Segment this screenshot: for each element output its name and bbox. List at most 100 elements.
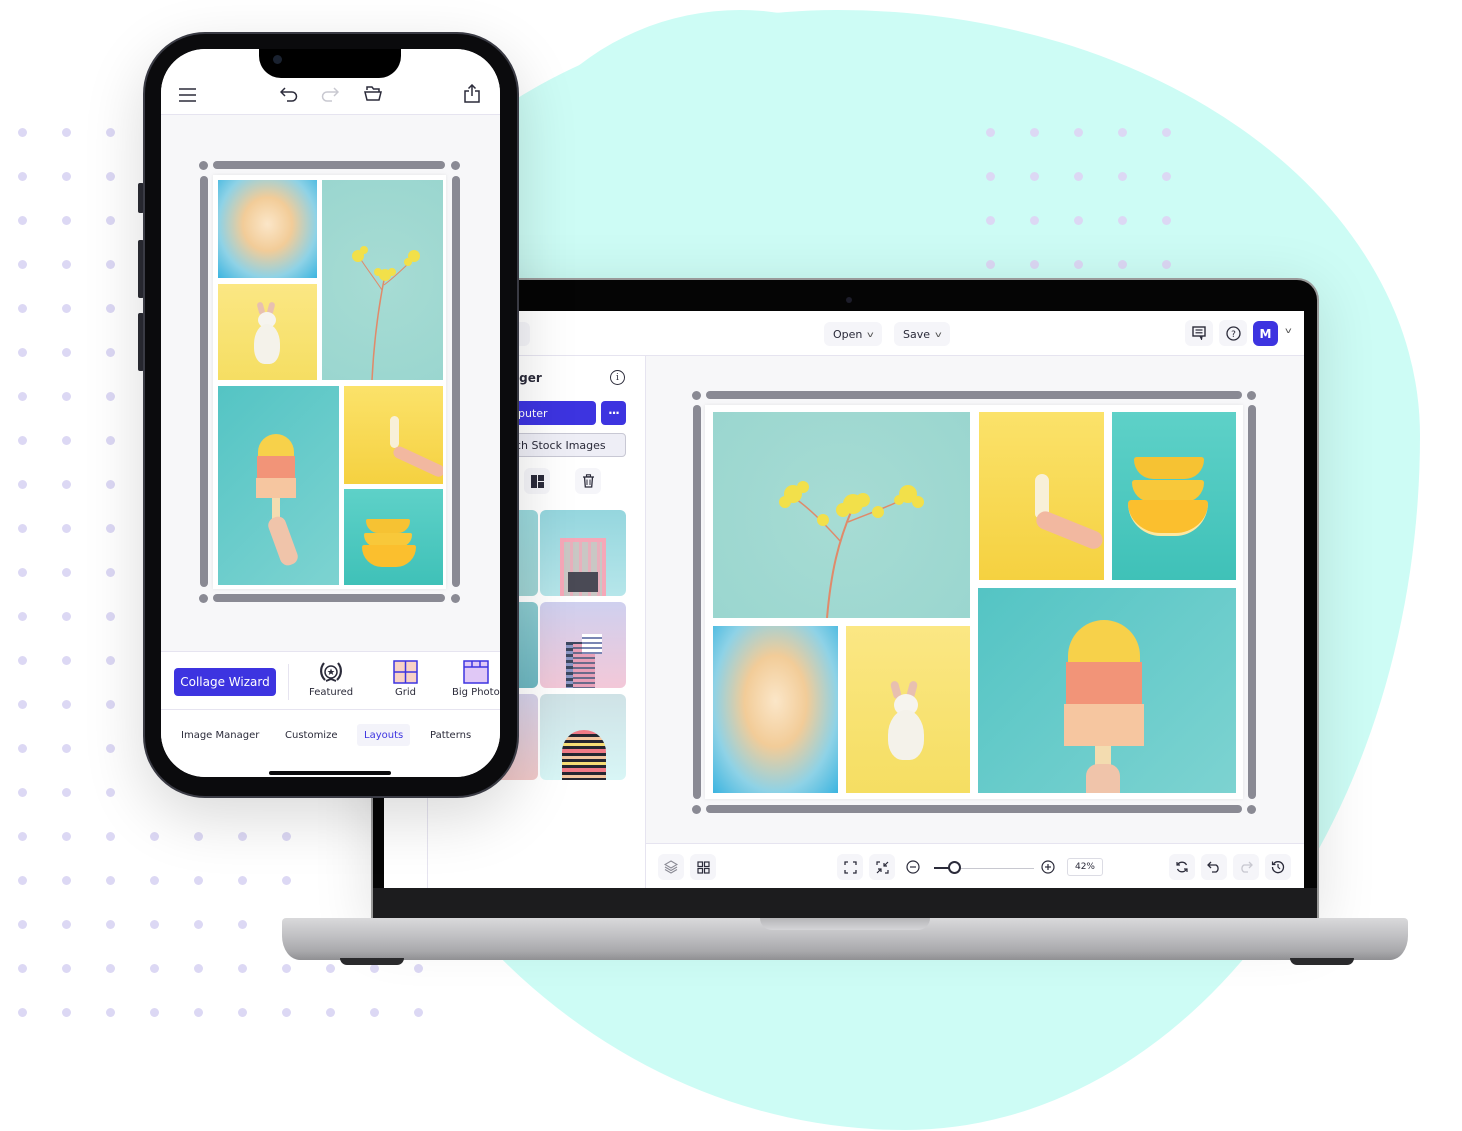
zoom-in-button[interactable] [1038,854,1058,880]
frame-left-handle[interactable] [693,405,701,799]
photo-cloud[interactable] [218,180,317,278]
frame-left-handle[interactable] [200,176,208,587]
mobile-undo-button[interactable] [279,87,298,106]
photo-bunny[interactable] [846,626,970,793]
decorative-dot [194,920,203,929]
frame-right-handle[interactable] [1248,405,1256,799]
open-label: Open [833,327,863,341]
photo-flower[interactable] [713,412,970,618]
zoom-slider-handle[interactable] [948,861,961,874]
account-chevron-icon[interactable]: v [1285,326,1292,335]
laptop-foot [340,958,404,965]
photo-banana[interactable] [979,412,1104,580]
redo-button[interactable] [1233,854,1259,880]
frame-corner-handle[interactable] [692,805,701,814]
photo-popsicle[interactable] [218,386,339,585]
search-stock-images-button[interactable]: ch Stock Images [504,433,626,457]
layout-option-label: Big Photo [452,687,500,698]
open-button[interactable]: Open v [824,322,883,346]
decorative-dot [106,524,115,533]
flower-illustration [779,481,924,618]
decorative-dot [1162,260,1171,269]
decorative-dot [106,436,115,445]
auto-layout-button[interactable] [524,468,550,494]
chevron-down-icon: v [867,329,875,339]
frame-corner-handle[interactable] [451,161,460,170]
decorative-dot [194,832,203,841]
tab-patterns[interactable]: Patterns [423,724,478,746]
decorative-dot [1118,216,1127,225]
mobile-redo-button[interactable] [321,87,340,106]
menu-button[interactable] [179,87,196,106]
comments-button[interactable] [1185,320,1213,346]
tab-customize[interactable]: Customize [278,724,345,746]
fit-to-screen-button[interactable] [837,854,863,880]
layers-button[interactable] [658,854,684,880]
mobile-collage-canvas[interactable] [161,115,500,651]
decorative-dot [62,832,71,841]
decorative-dot [194,964,203,973]
photo-orange[interactable] [344,489,443,585]
grid-button[interactable] [690,854,716,880]
photo-orange[interactable] [1112,412,1236,580]
frame-corner-handle[interactable] [199,594,208,603]
image-thumbnail[interactable] [540,602,626,688]
frame-top-handle[interactable] [706,391,1242,399]
mobile-share-button[interactable] [464,83,480,107]
collage-canvas[interactable] [646,356,1304,843]
frame-corner-handle[interactable] [1247,805,1256,814]
photo-flower[interactable] [322,180,443,380]
help-button[interactable]: ? [1219,320,1247,346]
trash-icon [582,474,594,488]
frame-corner-handle[interactable] [451,594,460,603]
mobile-app: Collage Wizard Featured Grid Big Photo I… [161,49,500,777]
save-button[interactable]: Save v [894,322,950,346]
decorative-dot [62,480,71,489]
tab-layouts[interactable]: Layouts [357,724,411,746]
decorative-dot [18,920,27,929]
info-icon[interactable]: i [610,370,625,385]
layout-option-featured[interactable]: Featured [309,660,353,698]
decorative-dot [370,1008,379,1017]
image-thumbnail[interactable] [540,510,626,596]
decorative-dot [18,436,27,445]
zoom-in-icon [1041,860,1055,874]
frame-corner-handle[interactable] [692,391,701,400]
user-avatar[interactable]: M [1253,321,1278,346]
decorative-dot [18,832,27,841]
tab-image-manager[interactable]: Image Manager [174,724,266,746]
mobile-open-button[interactable] [364,86,382,105]
decorative-dot [106,832,115,841]
history-button[interactable] [1265,854,1291,880]
collage-wizard-button[interactable]: Collage Wizard [174,668,276,696]
delete-button[interactable] [575,468,601,494]
actual-size-button[interactable] [869,854,895,880]
more-options-button[interactable]: ··· [601,401,626,425]
layout-option-label: Grid [395,687,416,698]
decorative-dot [106,260,115,269]
layers-icon [664,860,678,874]
photo-bunny[interactable] [218,284,317,380]
frame-corner-handle[interactable] [199,161,208,170]
desktop-topbar: v Open v Save v ? M v [384,311,1304,356]
decorative-dot [106,964,115,973]
undo-button[interactable] [1201,854,1227,880]
zoom-out-button[interactable] [903,854,923,880]
photo-banana[interactable] [344,386,443,484]
decorative-dot [194,876,203,885]
photo-cloud[interactable] [713,626,838,793]
decorative-dot [62,216,71,225]
flower-illustration [352,246,420,380]
layout-option-grid[interactable]: Grid [393,660,418,698]
frame-bottom-handle[interactable] [213,594,445,602]
zoom-level-input[interactable]: 42% [1067,858,1103,876]
frame-top-handle[interactable] [213,161,445,169]
frame-corner-handle[interactable] [1247,391,1256,400]
frame-right-handle[interactable] [452,176,460,587]
image-thumbnail[interactable] [540,694,626,780]
decorative-dot [238,920,247,929]
refresh-button[interactable] [1169,854,1195,880]
photo-popsicle[interactable] [978,588,1236,793]
layout-option-big-photo[interactable]: Big Photo [452,660,500,698]
frame-bottom-handle[interactable] [706,805,1242,813]
